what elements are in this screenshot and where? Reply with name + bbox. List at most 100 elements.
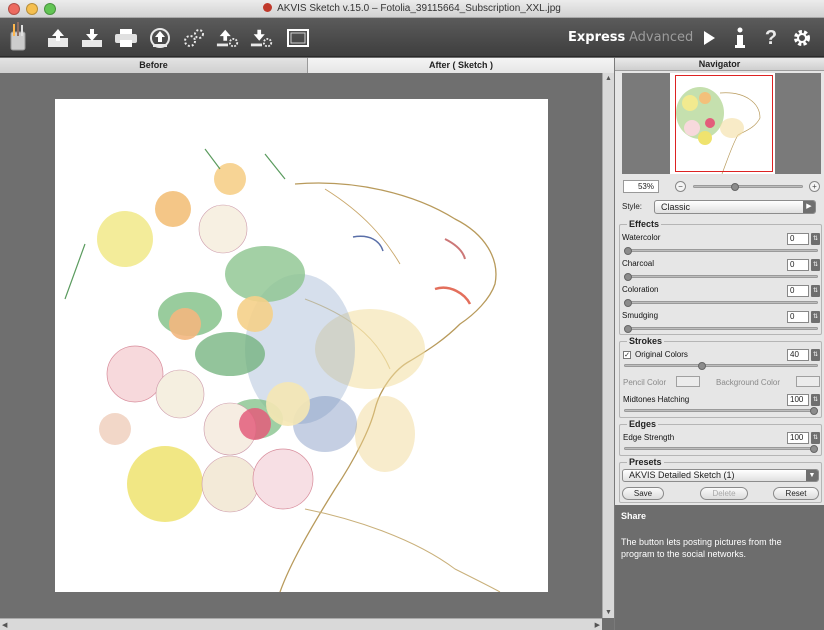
strokes-slider[interactable] [624,364,818,367]
navigator-viewport-frame[interactable] [675,75,773,172]
charcoal-slider[interactable] [624,275,818,278]
style-select[interactable]: Classic ▶ [654,200,816,214]
tab-after[interactable]: After ( Sketch ) [308,58,614,73]
strokes-value[interactable]: 40 [787,349,809,361]
smudging-slider-handle[interactable] [624,325,632,333]
zoom-out-button[interactable]: − [675,181,686,192]
hint-text: The button lets posting pictures from th… [621,537,782,559]
coloration-slider[interactable] [624,301,818,304]
midtones-hatching-label: Midtones Hatching [623,395,690,404]
open-icon[interactable] [46,27,70,49]
smudging-stepper[interactable]: ⇅ [811,311,820,323]
vertical-scrollbar[interactable]: ▲ ▼ [602,73,614,618]
strokes-stepper[interactable]: ⇅ [811,349,820,361]
smudging-label: Smudging [622,311,659,320]
express-mode-button[interactable]: Express [568,30,625,45]
preset-value: AKVIS Detailed Sketch (1) [629,470,735,480]
reset-preset-button[interactable]: Reset [773,487,819,500]
sketch-image[interactable] [55,99,548,592]
watercolor-stepper[interactable]: ⇅ [811,233,820,245]
sketch-tool-icon[interactable] [6,22,30,52]
scroll-up-icon[interactable]: ▲ [605,75,612,82]
toolbar: Express Advanced ? [0,18,824,57]
scroll-down-icon[interactable]: ▼ [605,609,612,616]
zoom-slider[interactable] [693,185,803,188]
sketch-artwork [64,148,501,592]
charcoal-label: Charcoal [622,259,655,268]
select-arrow-icon: ▼ [806,470,818,481]
save-icon[interactable] [80,27,104,49]
presets-title: Presets [627,457,664,467]
midtones-hatching-slider[interactable] [624,409,818,412]
save-preset-button[interactable]: Save [622,487,664,500]
checkmark-icon: ✓ [624,352,630,359]
watercolor-label: Watercolor [622,233,661,242]
midtones-hatching-value[interactable]: 100 [787,394,809,406]
zoom-controls: 53% − + [615,178,824,194]
zoom-in-button[interactable]: + [809,181,820,192]
scroll-right-icon[interactable]: ▶ [595,621,600,629]
original-colors-label: Original Colors [635,350,688,359]
navigator-title: Navigator [615,58,824,71]
horizontal-scrollbar[interactable]: ◀ ▶ [0,618,602,630]
style-value: Classic [661,202,691,212]
effects-group: Effects Watercolor 0 ⇅ Charcoal 0 ⇅ Colo… [619,219,822,335]
zoom-slider-handle[interactable] [731,183,739,191]
scroll-left-icon[interactable]: ◀ [2,621,7,629]
coloration-slider-handle[interactable] [624,299,632,307]
settings-panel: Navigator 53% − + Style: Classic ▶ Effec… [614,58,824,630]
gear-icon[interactable] [790,27,814,49]
view-tabs: Before After ( Sketch ) [0,58,614,73]
export-preset-icon[interactable] [250,27,274,49]
play-icon[interactable] [697,27,721,49]
edge-strength-value[interactable]: 100 [787,432,809,444]
coloration-stepper[interactable]: ⇅ [811,285,820,297]
watercolor-slider[interactable] [624,249,818,252]
tab-before[interactable]: Before [0,58,308,73]
window-title: AKVIS Sketch v.15.0 – Fotolia_39115664_S… [0,3,824,14]
original-colors-checkbox[interactable]: ✓ [623,351,631,359]
background-color-swatch[interactable] [796,376,820,387]
print-icon[interactable] [114,27,138,49]
charcoal-stepper[interactable]: ⇅ [811,259,820,271]
style-row: Style: Classic ▶ [620,200,820,214]
batch-icon[interactable] [182,27,206,49]
smudging-slider[interactable] [624,327,818,330]
zoom-field[interactable]: 53% [623,180,659,193]
edge-strength-slider[interactable] [624,447,818,450]
edge-strength-label: Edge Strength [623,433,675,442]
preset-select[interactable]: AKVIS Detailed Sketch (1) ▼ [622,469,819,482]
preferences-icon[interactable] [216,27,240,49]
title-bar: AKVIS Sketch v.15.0 – Fotolia_39115664_S… [0,0,824,18]
watercolor-slider-handle[interactable] [624,247,632,255]
edge-strength-stepper[interactable]: ⇅ [811,432,820,444]
coloration-label: Coloration [622,285,659,294]
pencil-color-label: Pencil Color [623,378,667,387]
edges-group: Edges Edge Strength 100 ⇅ [619,419,822,456]
hint-title: Share [621,511,647,521]
edges-title: Edges [627,419,659,429]
midtones-hatching-stepper[interactable]: ⇅ [811,394,820,406]
help-icon[interactable]: ? [759,27,783,49]
info-icon[interactable] [728,27,752,49]
strokes-title: Strokes [627,336,665,346]
crop-icon[interactable] [286,27,310,49]
pencil-color-swatch[interactable] [676,376,700,387]
coloration-value[interactable]: 0 [787,285,809,297]
presets-group: Presets AKVIS Detailed Sketch (1) ▼ Save… [619,457,822,503]
navigator-preview[interactable] [622,73,821,174]
charcoal-slider-handle[interactable] [624,273,632,281]
strokes-slider-handle[interactable] [698,362,706,370]
delete-preset-button[interactable]: Delete [700,487,748,500]
app-logo-icon [263,3,273,12]
edge-strength-slider-handle[interactable] [810,445,818,453]
watercolor-value[interactable]: 0 [787,233,809,245]
smudging-value[interactable]: 0 [787,311,809,323]
advanced-mode-button[interactable]: Advanced [629,30,693,45]
import-preset-icon[interactable] [148,27,172,49]
hint-panel: Share The button lets posting pictures f… [615,505,824,630]
strokes-group: Strokes ✓ Original Colors 40 ⇅ Pencil Co… [619,336,822,418]
charcoal-value[interactable]: 0 [787,259,809,271]
midtones-hatching-slider-handle[interactable] [810,407,818,415]
select-arrow-icon: ▶ [803,201,815,213]
